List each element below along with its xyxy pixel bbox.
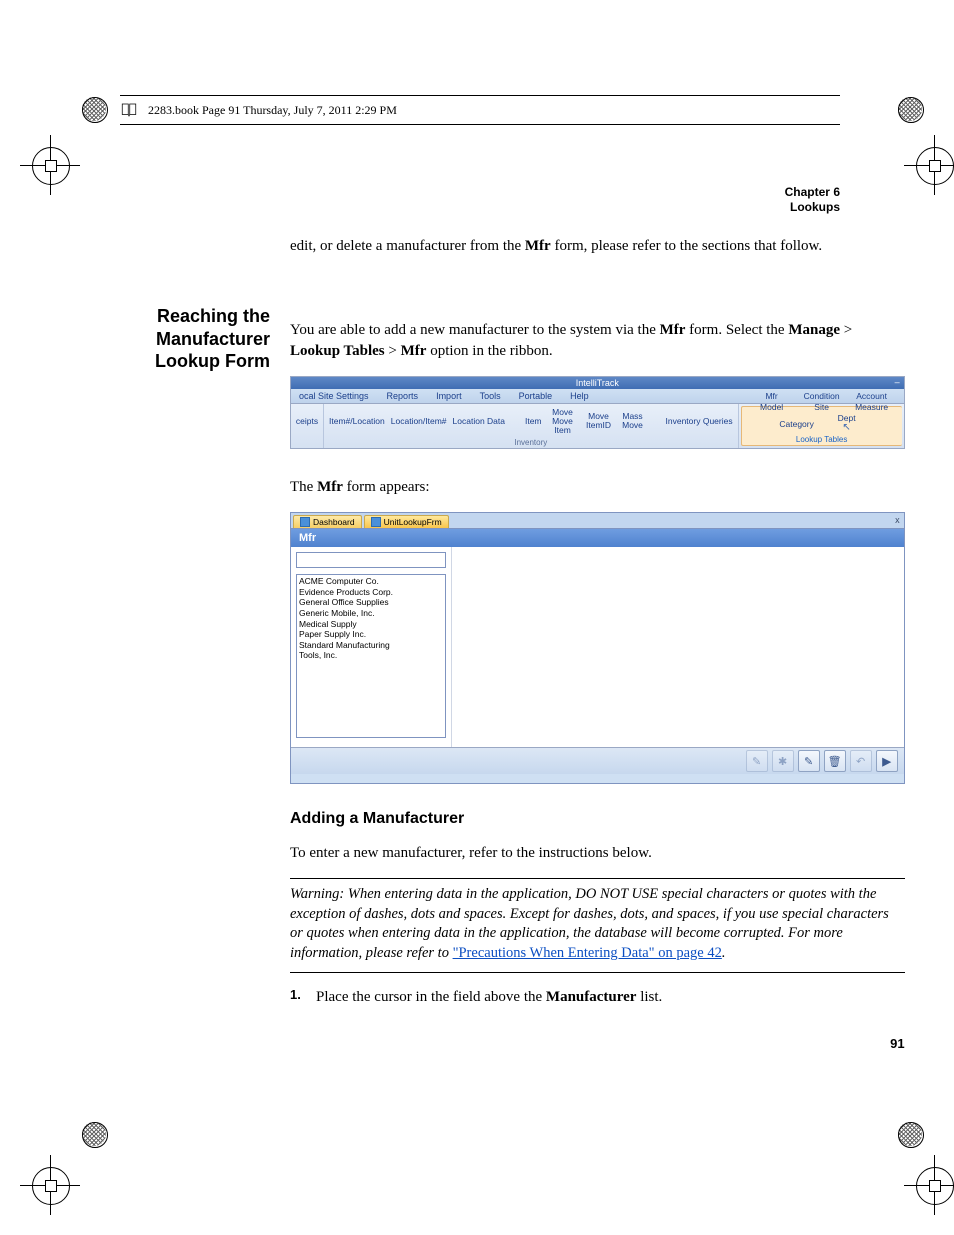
ribbon-item: Move Move Item <box>548 408 578 435</box>
book-icon <box>120 101 138 119</box>
tab-icon <box>300 517 310 527</box>
list-item: Standard Manufacturing <box>299 640 443 651</box>
crop-mark-icon <box>904 135 954 195</box>
step-1: 1. Place the cursor in the field above t… <box>290 987 905 1007</box>
ribbon-tab: Tools <box>480 391 501 401</box>
ribbon-item: Location Data <box>453 417 505 426</box>
reach-paragraph: You are able to add a new manufacturer t… <box>290 320 905 361</box>
adding-intro: To enter a new manufacturer, refer to th… <box>290 843 905 863</box>
mfr-list: ACME Computer Co. Evidence Products Corp… <box>296 574 446 738</box>
chapter-number: Chapter 6 <box>120 185 840 200</box>
ribbon-item: Category <box>779 420 814 429</box>
ribbon-group-label: Inventory <box>329 437 733 447</box>
section-heading: Reaching the Manufacturer Lookup Form <box>120 305 270 373</box>
registration-circle-icon <box>80 1120 108 1148</box>
mfr-form-screenshot: Dashboard UnitLookupFrm x Mfr ACME Compu… <box>290 512 905 784</box>
mfr-form-header: Mfr <box>291 529 904 547</box>
ribbon-tab: Help <box>570 391 589 401</box>
ribbon-item: Condition <box>804 392 840 401</box>
ribbon-item: Mass Move <box>620 412 646 430</box>
ribbon-screenshot: IntelliTrack – ocal Site Settings Report… <box>290 376 905 449</box>
mfr-toolbar: ✎ ✱ ✎ 🗑 ↶ ▶ <box>291 747 904 774</box>
page-number: 91 <box>890 1036 904 1051</box>
ribbon-tab: Portable <box>519 391 553 401</box>
crop-mark-icon <box>904 1155 954 1215</box>
ribbon-item: Measure <box>855 403 888 412</box>
cursor-icon: ↖ <box>842 423 850 434</box>
ribbon-item: Inventory Queries <box>666 417 733 426</box>
adding-heading: Adding a Manufacturer <box>290 810 905 828</box>
intro-paragraph: edit, or delete a manufacturer from the … <box>290 236 840 256</box>
new-icon: ✱ <box>772 750 794 772</box>
book-header-text: 2283.book Page 91 Thursday, July 7, 2011… <box>148 103 397 118</box>
mfr-search-input <box>296 552 446 568</box>
step-number: 1. <box>290 987 306 1007</box>
undo-icon: ↶ <box>850 750 872 772</box>
appears-paragraph: The Mfr form appears: <box>290 477 905 497</box>
delete-icon: 🗑 <box>824 750 846 772</box>
edit-icon: ✎ <box>746 750 768 772</box>
ribbon-item-mfr: Mfr <box>765 392 777 401</box>
ribbon-item: ceipts <box>296 417 318 426</box>
chapter-title: Lookups <box>120 200 840 215</box>
ribbon-item: Account <box>856 392 887 401</box>
ribbon-item: Model <box>760 403 783 412</box>
ribbon-tab: Reports <box>387 391 419 401</box>
list-item: Tools, Inc. <box>299 650 443 661</box>
crop-mark-icon <box>20 135 80 195</box>
chapter-label: Chapter 6 Lookups <box>120 185 840 215</box>
registration-circle-icon <box>896 1120 924 1148</box>
ribbon-group-label: Lookup Tables <box>747 434 897 444</box>
tab-dashboard: Dashboard <box>293 515 362 528</box>
ribbon-item: Item#/Location <box>329 417 385 426</box>
tab-icon <box>371 517 381 527</box>
list-item: General Office Supplies <box>299 597 443 608</box>
ribbon-tab: Import <box>436 391 462 401</box>
ribbon-item: Item <box>525 417 542 426</box>
next-icon: ▶ <box>876 750 898 772</box>
close-icon: x <box>895 515 900 525</box>
ribbon-item: Location/Item# <box>391 417 447 426</box>
list-item: ACME Computer Co. <box>299 576 443 587</box>
ribbon-title-bar: IntelliTrack – <box>291 377 904 389</box>
list-item: Generic Mobile, Inc. <box>299 608 443 619</box>
crop-mark-icon <box>20 1155 80 1215</box>
warning-block: Warning: When entering data in the appli… <box>290 878 905 972</box>
book-header: 2283.book Page 91 Thursday, July 7, 2011… <box>120 95 840 125</box>
tab-unitlookupfrm: UnitLookupFrm <box>364 515 449 528</box>
precautions-link[interactable]: "Precautions When Entering Data" on page… <box>453 945 722 961</box>
ribbon-tab: ocal Site Settings <box>299 391 369 401</box>
registration-circle-icon <box>896 95 924 123</box>
list-item: Paper Supply Inc. <box>299 629 443 640</box>
modify-icon: ✎ <box>798 750 820 772</box>
registration-circle-icon <box>80 95 108 123</box>
ribbon-item: Move ItemID <box>584 412 614 430</box>
list-item: Medical Supply <box>299 619 443 630</box>
ribbon-item: Site <box>814 403 829 412</box>
minimize-icon: – <box>895 377 900 387</box>
list-item: Evidence Products Corp. <box>299 587 443 598</box>
